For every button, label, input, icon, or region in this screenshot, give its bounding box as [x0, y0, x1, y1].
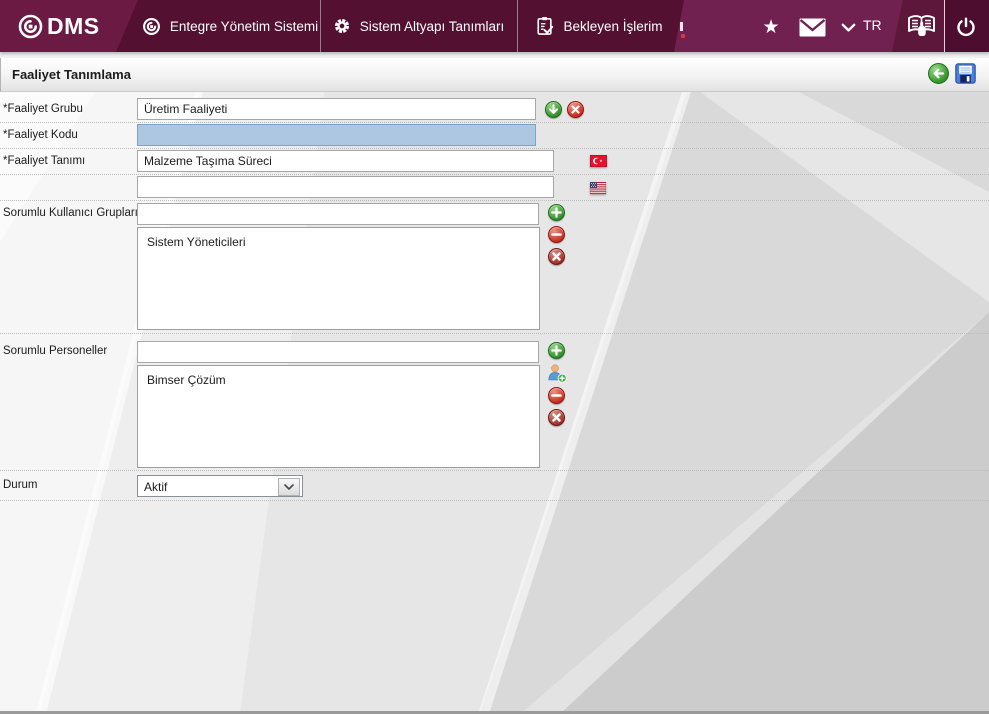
favorites-button[interactable]: ★: [760, 16, 782, 38]
qdms-spiral-icon: [18, 14, 43, 38]
menu-item-bekleyen-islerim[interactable]: Bekleyen İşlerim: [517, 0, 682, 52]
list-item[interactable]: Sistem Yöneticileri: [138, 228, 539, 249]
row-separator: [0, 200, 989, 201]
row-separator: [0, 122, 989, 123]
partial-badge-fragment: [681, 34, 685, 38]
save-disk-icon: [955, 63, 976, 84]
personel-add-button[interactable]: [548, 342, 565, 359]
chevron-down-icon: [284, 484, 294, 490]
sorumlu-kullanici-gruplari-input[interactable]: [137, 203, 539, 225]
help-button[interactable]: [905, 11, 939, 41]
row-separator: [0, 148, 989, 149]
personel-clear-button[interactable]: [548, 409, 565, 426]
gruplar-clear-button[interactable]: [548, 248, 565, 265]
language-dropdown-button[interactable]: [840, 23, 856, 33]
clear-icon: [552, 252, 561, 261]
sorumlu-kullanici-gruplari-label: Sorumlu Kullanıcı Grupları: [3, 207, 138, 219]
messages-button[interactable]: [798, 17, 826, 37]
qdms-window: DMS Entegre Yönetim Sistemi Sistem Altya…: [0, 0, 989, 714]
faaliyet-kodu-label: *Faaliyet Kodu: [3, 129, 78, 141]
flag-usa-icon: [590, 182, 606, 194]
chevron-down-icon: [841, 23, 855, 32]
power-icon: [957, 17, 975, 37]
book-hand-icon: [907, 14, 935, 36]
sorumlu-kullanici-gruplari-listbox[interactable]: Sistem Yöneticileri: [137, 227, 540, 330]
clear-icon: [552, 413, 561, 422]
flag-turkey-icon: [590, 155, 607, 167]
durum-label: Durum: [3, 479, 38, 491]
qdms-circle-icon: [142, 17, 160, 35]
page-title: Faaliyet Tanımlama: [12, 67, 131, 82]
durum-dropdown-arrow[interactable]: [278, 478, 300, 496]
menu-item-entegre-yonetim-sistemi[interactable]: Entegre Yönetim Sistemi: [140, 0, 320, 52]
logo-label: DMS: [47, 12, 100, 39]
gear-icon: [334, 18, 349, 34]
add-person-icon: [548, 364, 567, 383]
clear-icon: [571, 105, 580, 114]
sorumlu-personeller-input[interactable]: [137, 341, 539, 363]
sorumlu-personeller-label: Sorumlu Personeller: [3, 345, 108, 357]
personel-remove-button[interactable]: [548, 387, 565, 404]
page-header: Faaliyet Tanımlama: [0, 58, 989, 92]
menu-item-label: Bekleyen İşlerim: [563, 18, 663, 34]
clipboard-check-icon: [537, 17, 554, 35]
menu-item-label: Sistem Altyapı Tanımları: [359, 18, 505, 34]
row-separator: [0, 470, 989, 471]
faaliyet-tanimi-label: *Faaliyet Tanımı: [3, 155, 86, 167]
faaliyet-grubu-input[interactable]: [137, 98, 536, 120]
mail-icon: [799, 18, 825, 36]
language-label[interactable]: TR: [863, 17, 882, 33]
menu-item-sistem-altyapi-tanimlari[interactable]: Sistem Altyapı Tanımları: [320, 0, 517, 52]
row-separator: [0, 500, 989, 501]
select-down-icon: [549, 104, 558, 114]
faaliyet-grubu-clear-button[interactable]: [567, 101, 584, 118]
faaliyet-tanimi-tr-input[interactable]: [137, 150, 554, 172]
logout-button[interactable]: [954, 15, 978, 39]
star-icon: ★: [762, 16, 780, 38]
row-separator: [0, 174, 989, 175]
back-arrow-icon: [933, 68, 945, 79]
faaliyet-form: *Faaliyet Grubu *Faaliyet Kodu *Faaliyet…: [0, 0, 989, 714]
qdms-logo[interactable]: DMS: [0, 0, 138, 52]
menu-divider: [944, 0, 945, 52]
remove-icon: [551, 394, 562, 397]
remove-icon: [551, 233, 562, 236]
sorumlu-personeller-listbox[interactable]: Bimser Çözüm: [137, 365, 540, 468]
personel-add-person-button[interactable]: [547, 363, 567, 383]
durum-selected-value: Aktif: [144, 480, 168, 494]
back-button[interactable]: [928, 63, 949, 84]
gruplar-add-button[interactable]: [548, 204, 565, 221]
add-icon: [551, 207, 562, 218]
list-item[interactable]: Bimser Çözüm: [138, 366, 539, 387]
partial-menu-item-fragment: [680, 22, 683, 31]
save-button[interactable]: [955, 63, 976, 84]
faaliyet-grubu-label: *Faaliyet Grubu: [3, 103, 83, 115]
gruplar-remove-button[interactable]: [548, 226, 565, 243]
faaliyet-tanimi-en-input[interactable]: [137, 176, 554, 198]
row-separator: [0, 333, 989, 334]
menu-item-label: Entegre Yönetim Sistemi: [169, 18, 319, 34]
faaliyet-grubu-select-button[interactable]: [545, 101, 562, 118]
faaliyet-kodu-input[interactable]: [137, 124, 536, 146]
durum-select[interactable]: Aktif: [137, 475, 303, 497]
add-icon: [551, 345, 562, 356]
top-navigation-bar: DMS Entegre Yönetim Sistemi Sistem Altya…: [0, 0, 989, 52]
